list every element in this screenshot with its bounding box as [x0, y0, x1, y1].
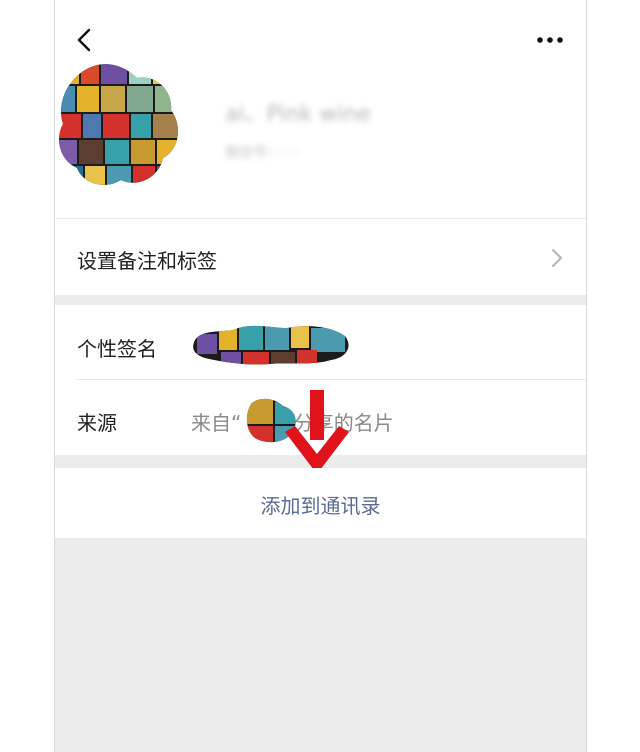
- source-label: 来源: [77, 411, 117, 435]
- contact-nickname: ai、Pink wine: [225, 102, 371, 127]
- signature-redaction-mosaic: [191, 322, 351, 372]
- annotation-arrow-icon: [285, 390, 349, 474]
- chevron-left-icon: [77, 28, 91, 52]
- chevron-right-icon: [552, 249, 562, 267]
- wechat-id: 微信号：······: [225, 145, 301, 161]
- back-button[interactable]: [69, 24, 101, 56]
- contact-profile-screen: ai、Pink wine 微信号：······ 设置备注和标签 个性签名 来源 …: [54, 0, 588, 752]
- avatar[interactable]: [55, 60, 185, 190]
- signature-label: 个性签名: [77, 337, 157, 361]
- mosaic-avatar-image: [59, 64, 178, 185]
- source-value-prefix: 来自“: [191, 411, 242, 435]
- add-to-contacts-label: 添加到通讯录: [260, 494, 381, 518]
- row-divider: [77, 379, 588, 380]
- more-dots-icon: [537, 37, 563, 43]
- remark-tags-row[interactable]: 设置备注和标签: [55, 219, 586, 295]
- more-options-button[interactable]: [533, 24, 567, 56]
- section-gap: [55, 295, 586, 305]
- remark-tags-label: 设置备注和标签: [77, 249, 217, 273]
- add-to-contacts-button[interactable]: 添加到通讯录: [55, 468, 586, 538]
